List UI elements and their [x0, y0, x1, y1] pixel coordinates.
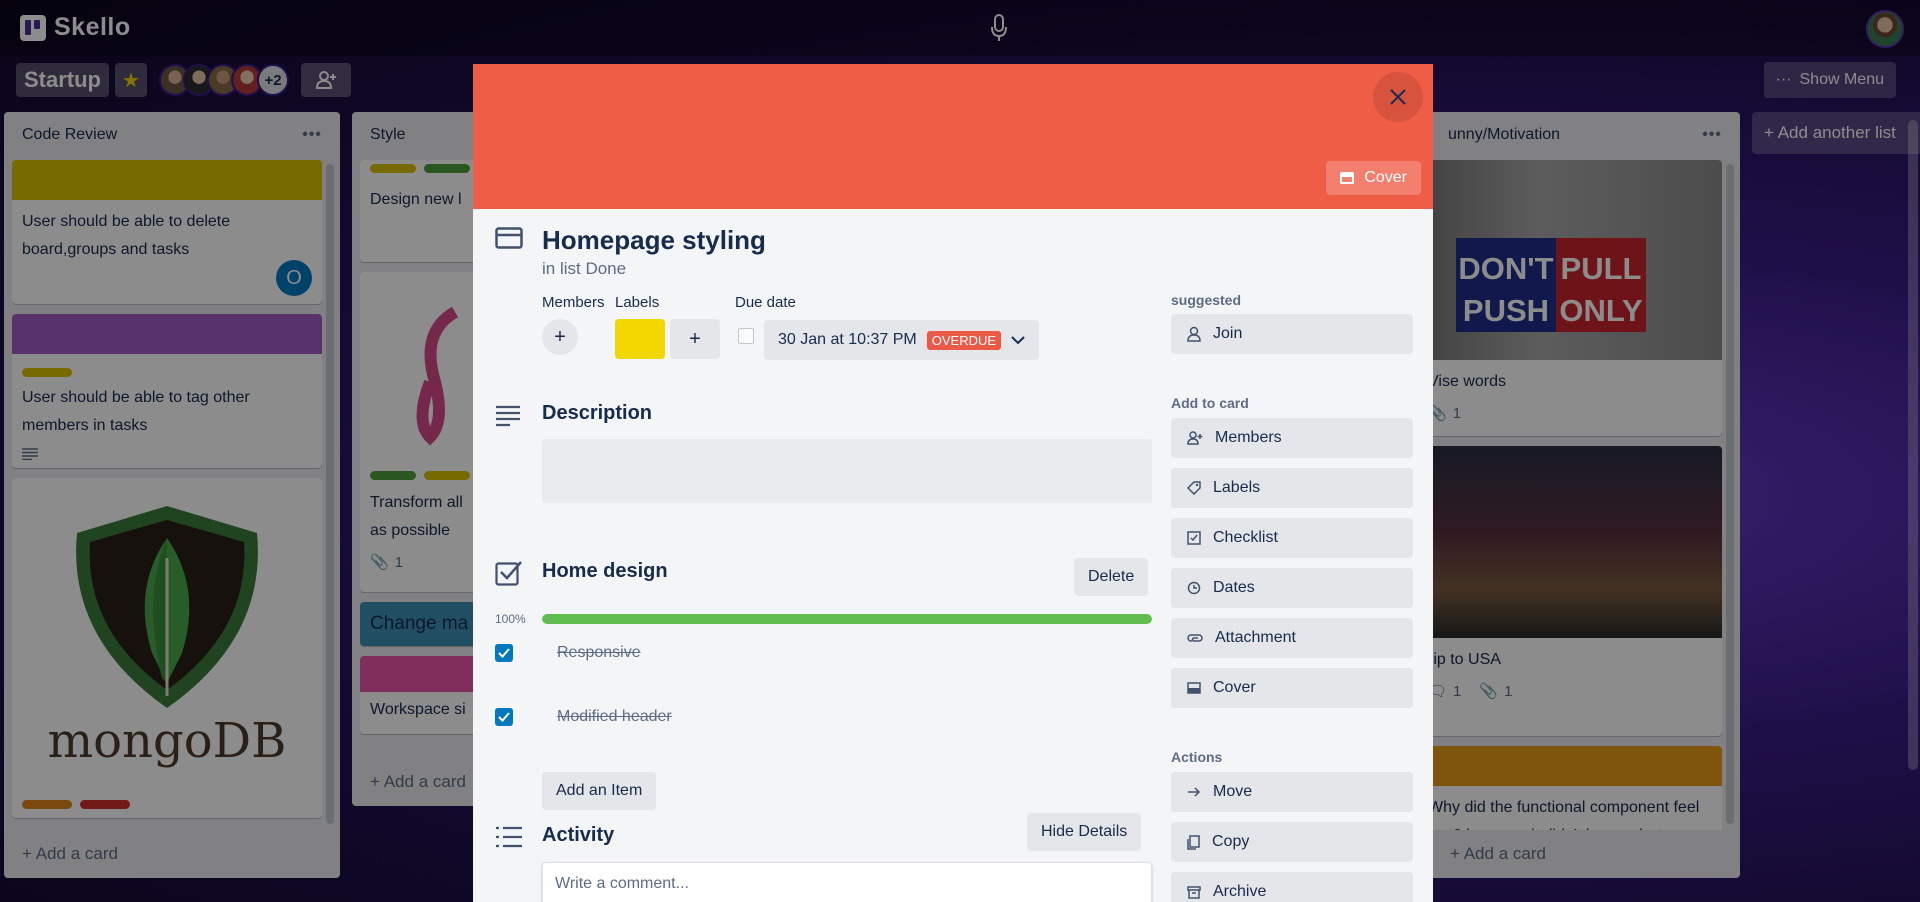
- close-button[interactable]: [1373, 72, 1423, 122]
- labels-button[interactable]: Labels: [1171, 468, 1413, 508]
- members-button[interactable]: Members: [1171, 418, 1413, 458]
- add-to-card-heading: Add to card: [1171, 395, 1249, 411]
- card-title[interactable]: Homepage styling: [542, 225, 766, 256]
- user-icon: [1187, 326, 1201, 342]
- checklist-item-text[interactable]: Responsive: [557, 644, 641, 662]
- attachment-button[interactable]: Attachment: [1171, 618, 1413, 658]
- members-label: Members: [1215, 429, 1282, 446]
- close-icon: [1390, 89, 1406, 105]
- labels-heading: Labels: [615, 294, 660, 311]
- actions-heading: Actions: [1171, 749, 1223, 765]
- card-icon: [495, 227, 523, 249]
- attachment-icon: [1187, 634, 1203, 642]
- labels-label: Labels: [1213, 479, 1261, 496]
- cover-icon: [1187, 682, 1201, 694]
- due-date-value: 30 Jan at 10:37 PM: [778, 331, 917, 348]
- activity-heading: Activity: [542, 824, 615, 846]
- due-date-button[interactable]: 30 Jan at 10:37 PM OVERDUE: [764, 320, 1040, 360]
- clock-icon: [1187, 581, 1201, 595]
- checklist-progress-bar: [542, 614, 1152, 624]
- overdue-badge: OVERDUE: [926, 330, 1002, 350]
- description-icon: [496, 405, 520, 427]
- add-label-button[interactable]: +: [670, 319, 720, 359]
- copy-button[interactable]: Copy: [1171, 822, 1413, 862]
- checklist-title[interactable]: Home design: [542, 560, 668, 583]
- checklist-percent: 100%: [495, 612, 526, 626]
- delete-checklist-button[interactable]: Delete: [1074, 558, 1149, 596]
- checklist-item-text[interactable]: Modified header: [557, 708, 672, 726]
- chevron-down-icon: [1011, 336, 1025, 345]
- description-input[interactable]: [542, 439, 1152, 503]
- due-date-heading: Due date: [735, 294, 796, 311]
- move-button[interactable]: Move: [1171, 772, 1413, 812]
- comment-input[interactable]: Write a comment...: [542, 862, 1152, 902]
- checklist-item-checkbox[interactable]: [495, 644, 513, 662]
- arrow-right-icon: [1188, 787, 1201, 797]
- join-button[interactable]: Join: [1171, 314, 1413, 354]
- card-detail-modal: Cover Homepage styling in list Done Memb…: [473, 64, 1433, 902]
- copy-label: Copy: [1212, 833, 1250, 850]
- join-label: Join: [1213, 325, 1243, 342]
- suggested-heading: suggested: [1171, 292, 1242, 308]
- checklist-label: Checklist: [1213, 529, 1278, 546]
- description-heading: Description: [542, 402, 653, 424]
- check-icon: [498, 648, 510, 658]
- archive-icon: [1187, 885, 1201, 899]
- check-icon: [498, 712, 510, 722]
- card-cover: Cover: [473, 64, 1433, 209]
- checklist-item-checkbox[interactable]: [495, 708, 513, 726]
- tag-icon: [1187, 481, 1201, 495]
- copy-icon: [1187, 834, 1200, 850]
- due-date-checkbox[interactable]: [738, 328, 754, 344]
- dates-label: Dates: [1213, 579, 1255, 596]
- members-heading: Members: [542, 294, 605, 311]
- checkbox-icon: [1187, 531, 1201, 545]
- activity-icon: [496, 826, 522, 848]
- cover-sidebar-button[interactable]: Cover: [1171, 668, 1413, 708]
- dates-button[interactable]: Dates: [1171, 568, 1413, 608]
- attachment-label: Attachment: [1215, 629, 1296, 646]
- archive-label: Archive: [1213, 883, 1267, 900]
- cover-button[interactable]: Cover: [1326, 161, 1421, 195]
- cover-button-label: Cover: [1364, 169, 1407, 186]
- hide-details-button[interactable]: Hide Details: [1027, 813, 1142, 851]
- add-member-icon: [1187, 431, 1203, 445]
- move-label: Move: [1213, 783, 1253, 800]
- card-list-name: in list Done: [542, 259, 627, 278]
- cover-icon: [1340, 172, 1355, 184]
- add-checklist-item-button[interactable]: Add an Item: [542, 772, 657, 810]
- checklist-button[interactable]: Checklist: [1171, 518, 1413, 558]
- card-label-yellow[interactable]: [615, 319, 665, 359]
- archive-button[interactable]: Archive: [1171, 872, 1413, 902]
- checklist-progress-fill: [542, 614, 1152, 624]
- add-member-button[interactable]: +: [542, 319, 578, 355]
- cover-label: Cover: [1213, 679, 1256, 696]
- checklist-icon: [495, 561, 522, 586]
